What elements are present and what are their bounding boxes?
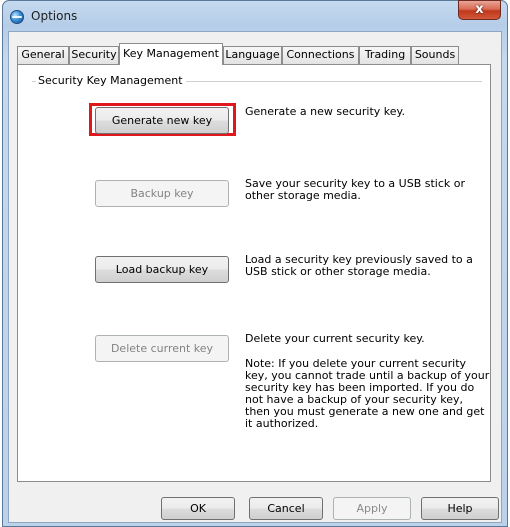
generate-new-key-button[interactable]: Generate new key [95, 107, 229, 134]
help-button[interactable]: Help [421, 497, 499, 520]
backup-key-description: Save your security key to a USB stick or… [245, 177, 466, 202]
tab-general[interactable]: General [17, 46, 69, 64]
backup-key-button[interactable]: Backup key [95, 180, 229, 207]
delete-key-note: Note: If you delete your current securit… [245, 357, 490, 430]
cancel-button[interactable]: Cancel [249, 497, 323, 520]
delete-key-description: Delete your current security key. [245, 332, 425, 345]
load-backup-key-description: Load a security key previously saved to … [245, 253, 473, 278]
ok-button[interactable]: OK [161, 497, 235, 520]
group-title: Security Key Management [36, 74, 186, 87]
window-title: Options [31, 9, 78, 23]
tab-trading[interactable]: Trading [359, 46, 411, 64]
dialog-body: General Security Key Management Language… [8, 31, 502, 523]
load-backup-key-button[interactable]: Load backup key [95, 256, 229, 283]
tab-connections[interactable]: Connections [282, 46, 359, 64]
tab-key-management[interactable]: Key Management [119, 43, 223, 65]
app-globe-icon [10, 10, 24, 24]
tab-language[interactable]: Language [223, 46, 282, 64]
delete-current-key-button[interactable]: Delete current key [95, 335, 229, 362]
title-bar[interactable]: Options x [3, 0, 507, 33]
tab-security[interactable]: Security [69, 46, 119, 64]
tab-sounds[interactable]: Sounds [411, 46, 459, 64]
close-button[interactable]: x [458, 0, 501, 20]
apply-button[interactable]: Apply [333, 497, 411, 520]
key-management-panel: Security Key Management Generate new key… [17, 64, 491, 482]
options-dialog: Options x General Security Key Managemen… [2, 0, 508, 527]
generate-key-description: Generate a new security key. [245, 105, 405, 118]
